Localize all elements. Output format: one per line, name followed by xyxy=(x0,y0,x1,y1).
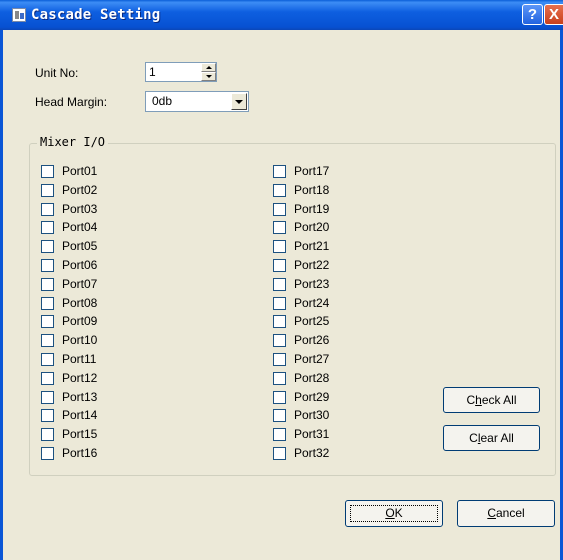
checkbox[interactable] xyxy=(41,315,54,329)
head-margin-value: 0db xyxy=(152,94,173,108)
checkbox[interactable] xyxy=(41,202,54,216)
unit-no-label: Unit No: xyxy=(35,66,79,80)
spin-down-arrow-icon[interactable] xyxy=(201,72,216,81)
checkbox[interactable] xyxy=(273,165,286,178)
port-label: Port28 xyxy=(294,370,330,385)
checkbox[interactable] xyxy=(273,447,286,460)
help-button[interactable]: ? xyxy=(522,4,543,25)
checkbox[interactable] xyxy=(41,183,54,197)
checkbox[interactable] xyxy=(41,428,54,442)
port-label: Port12 xyxy=(62,370,98,385)
checkbox[interactable] xyxy=(273,259,286,272)
port-label: Port14 xyxy=(62,408,98,423)
checkbox[interactable] xyxy=(273,183,286,197)
check-all-label-pre: C xyxy=(466,393,476,407)
port-label: Port29 xyxy=(294,389,330,404)
checkbox[interactable] xyxy=(273,409,286,423)
checkbox[interactable] xyxy=(41,447,54,460)
port-label: Port07 xyxy=(62,276,98,291)
check-all-accesskey: h xyxy=(475,393,482,407)
checkbox[interactable] xyxy=(273,390,286,404)
head-margin-label: Head Margin: xyxy=(35,95,108,109)
focus-rect xyxy=(350,505,438,522)
checkbox[interactable] xyxy=(273,353,286,366)
checkbox[interactable] xyxy=(273,240,286,254)
port-label: Port16 xyxy=(62,446,98,460)
clear-all-label-pre: C xyxy=(469,431,478,445)
checkbox[interactable] xyxy=(41,296,54,310)
checkbox[interactable] xyxy=(41,277,54,291)
port-label: Port09 xyxy=(62,314,98,329)
port-label: Port20 xyxy=(294,220,330,235)
cancel-button[interactable]: Cancel xyxy=(457,500,555,527)
port-label: Port11 xyxy=(62,352,97,366)
check-all-label-post: eck All xyxy=(481,393,517,407)
port-label: Port24 xyxy=(294,295,330,310)
port-label: Port02 xyxy=(62,182,98,197)
checkbox[interactable] xyxy=(273,296,286,310)
checkbox[interactable] xyxy=(273,202,286,216)
ok-button[interactable]: OK xyxy=(345,500,443,527)
port-label: Port15 xyxy=(62,427,98,442)
checkbox[interactable] xyxy=(41,371,54,385)
checkbox[interactable] xyxy=(273,428,286,442)
port-label: Port30 xyxy=(294,408,330,423)
port-label: Port25 xyxy=(294,314,330,329)
port-label: Port17 xyxy=(294,164,330,178)
unit-no-value: 1 xyxy=(149,65,156,79)
head-margin-select[interactable]: 0db xyxy=(145,91,249,112)
port-label: Port05 xyxy=(62,239,98,254)
port-label: Port10 xyxy=(62,333,98,348)
checkbox[interactable] xyxy=(41,165,54,178)
checkbox[interactable] xyxy=(41,334,54,348)
port-label: Port27 xyxy=(294,352,330,366)
checkbox[interactable] xyxy=(41,409,54,423)
clear-all-button[interactable]: Clear All xyxy=(443,425,540,451)
checkbox[interactable] xyxy=(273,277,286,291)
cancel-accesskey: C xyxy=(487,506,496,520)
spin-up-arrow-icon[interactable] xyxy=(201,63,216,72)
app-icon xyxy=(12,8,26,22)
port-label: Port31 xyxy=(294,427,330,442)
port-label: Port23 xyxy=(294,276,330,291)
port-label: Port13 xyxy=(62,389,98,404)
checkbox[interactable] xyxy=(273,221,286,235)
title-bar[interactable]: Cascade Setting ? X xyxy=(0,0,563,30)
close-button[interactable]: X xyxy=(544,4,563,25)
port-label: Port32 xyxy=(294,446,330,460)
port-label: Port08 xyxy=(62,295,98,310)
mixer-io-title: Mixer I/O xyxy=(37,135,109,149)
chevron-down-icon[interactable] xyxy=(231,93,247,110)
port-label: Port03 xyxy=(62,201,98,216)
clear-all-label-post: ear All xyxy=(480,431,514,445)
checkbox[interactable] xyxy=(273,334,286,348)
port-label: Port04 xyxy=(62,220,98,235)
checkbox[interactable] xyxy=(41,221,54,235)
unit-no-spinner[interactable]: 1 xyxy=(145,62,217,82)
checkbox[interactable] xyxy=(41,259,54,272)
port-label: Port26 xyxy=(294,333,330,348)
port-label: Port01 xyxy=(62,164,98,178)
port-label: Port06 xyxy=(62,258,98,272)
port-label: Port22 xyxy=(294,258,330,272)
window-title: Cascade Setting xyxy=(31,7,161,23)
port-label: Port19 xyxy=(294,201,330,216)
checkbox[interactable] xyxy=(41,390,54,404)
checkbox[interactable] xyxy=(41,240,54,254)
checkbox[interactable] xyxy=(41,353,54,366)
check-all-button[interactable]: Check All xyxy=(443,387,540,413)
port-label: Port18 xyxy=(294,182,330,197)
cancel-label-post: ancel xyxy=(495,506,525,520)
checkbox[interactable] xyxy=(273,371,286,385)
port-label: Port21 xyxy=(294,239,330,254)
checkbox[interactable] xyxy=(273,315,286,329)
